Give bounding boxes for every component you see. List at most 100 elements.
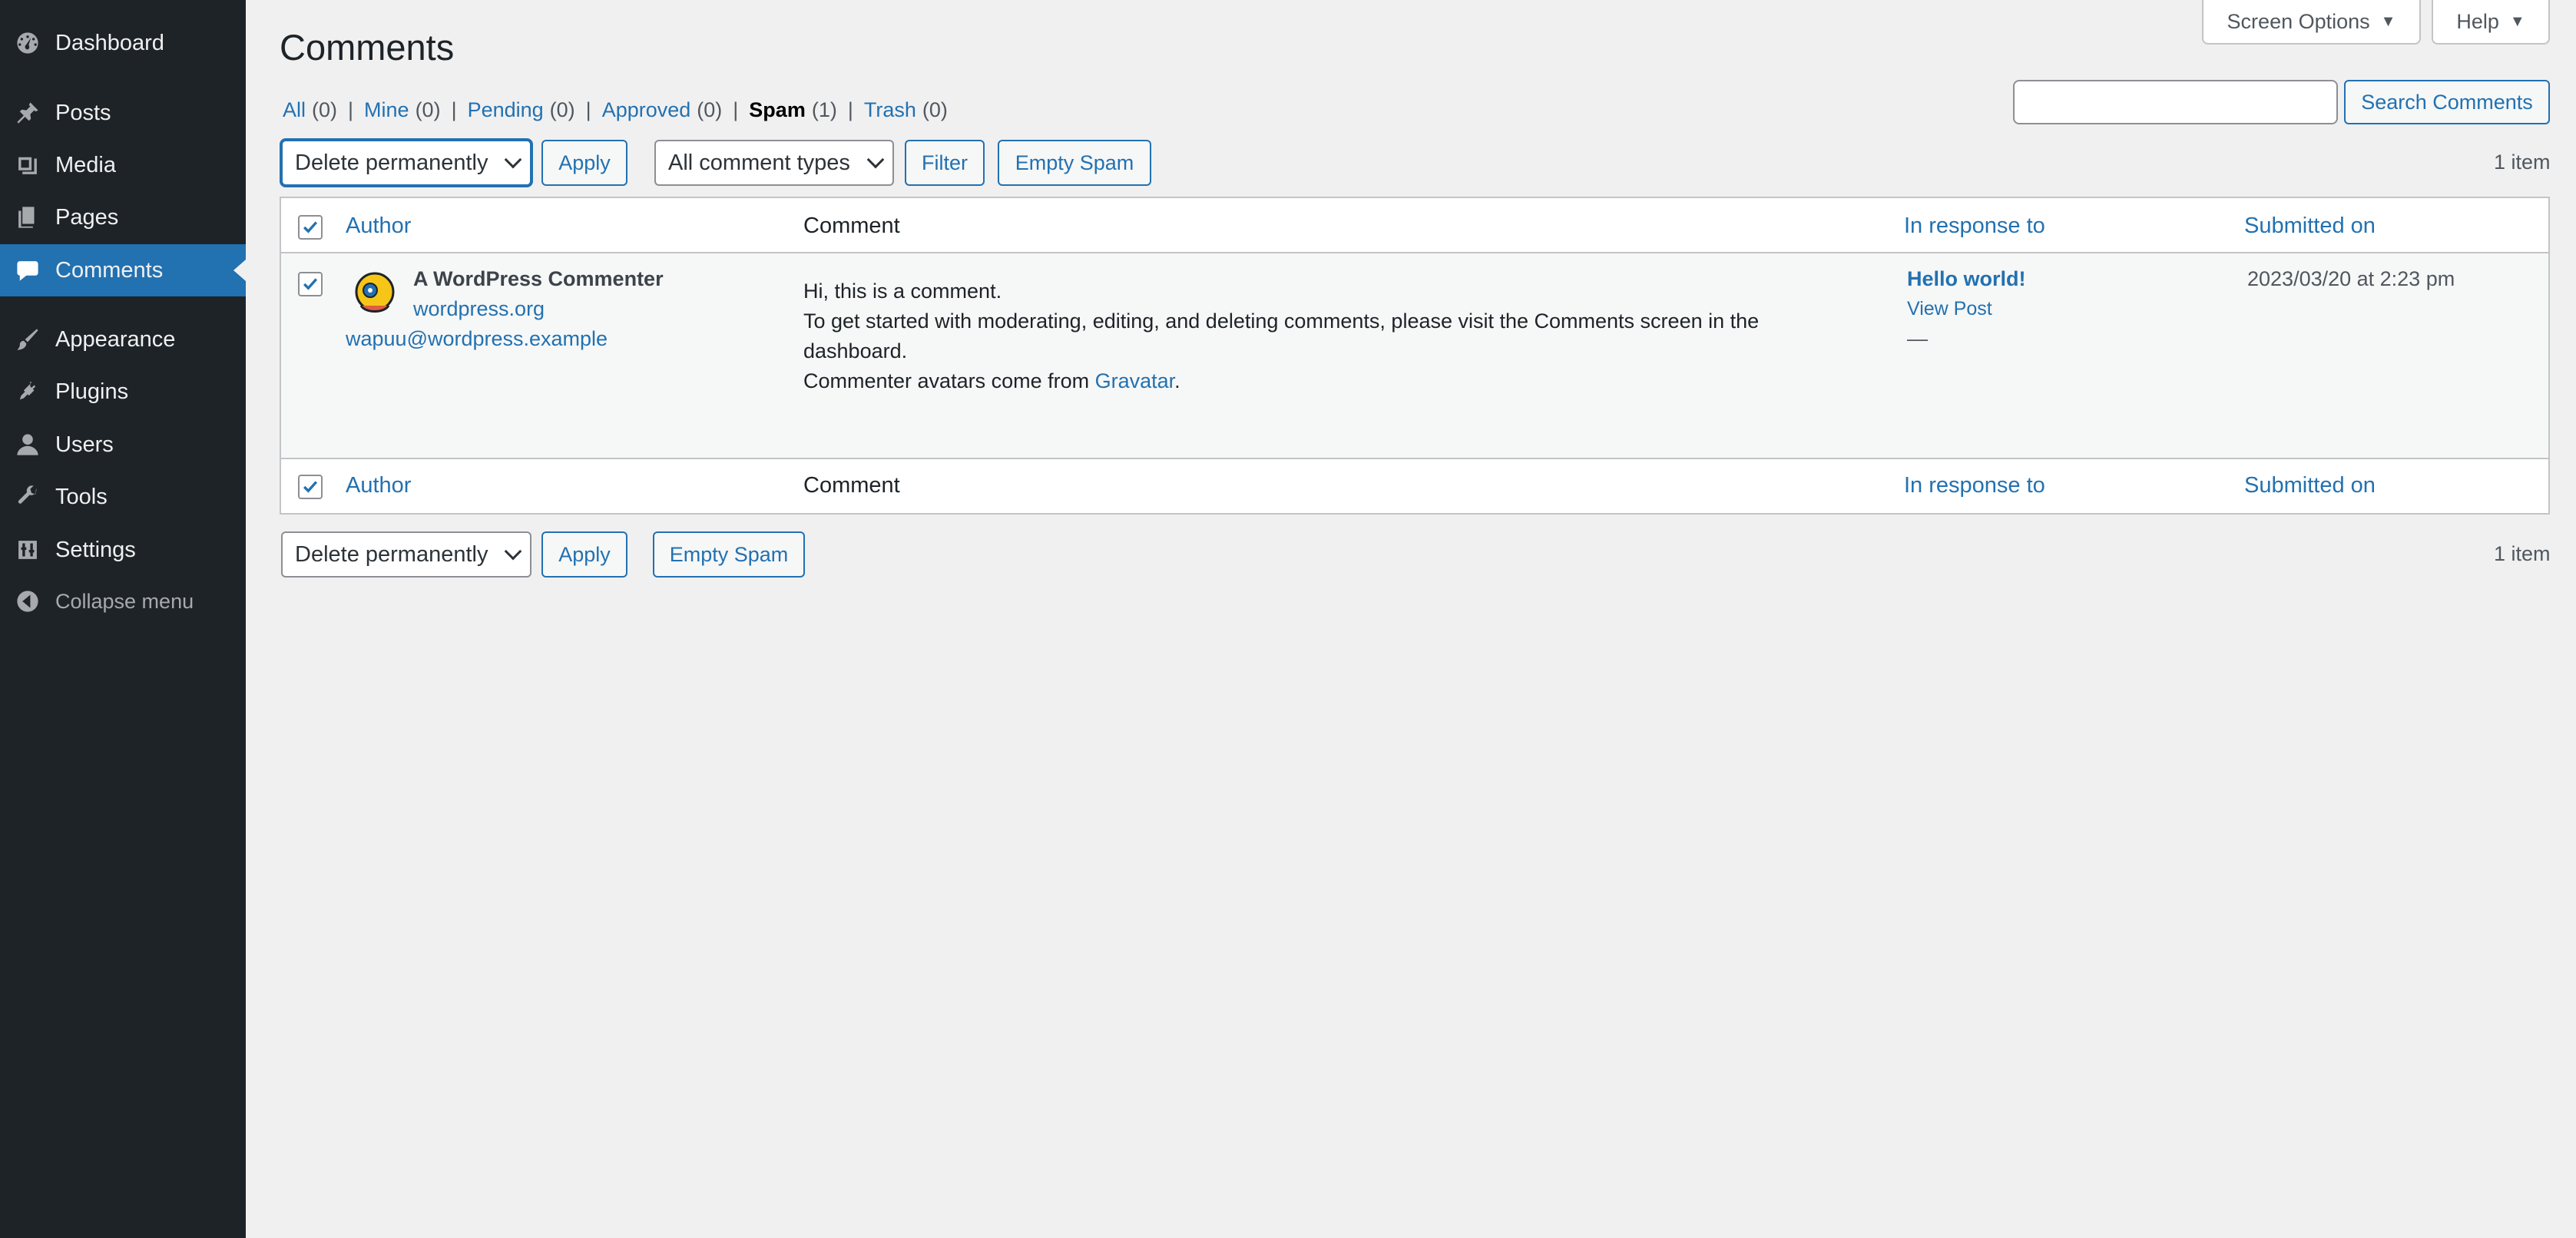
- apply-button-top[interactable]: Apply: [541, 140, 627, 186]
- author-name: A WordPress Commenter: [413, 267, 664, 290]
- avatar: [355, 272, 395, 313]
- response-post-title-link[interactable]: Hello world!: [1907, 264, 2026, 294]
- dashboard-icon: [14, 29, 41, 57]
- pending-count-dash: —: [1907, 327, 1928, 350]
- filter-button[interactable]: Filter: [905, 140, 985, 186]
- help-button[interactable]: Help ▼: [2432, 0, 2550, 45]
- author-email-link[interactable]: wapuu@wordpress.example: [346, 324, 608, 354]
- gravatar-link[interactable]: Gravatar: [1095, 369, 1175, 392]
- filter-all-count: (0): [312, 98, 338, 121]
- collapse-menu-label: Collapse menu: [55, 589, 194, 613]
- media-icon: [14, 151, 41, 179]
- comment-icon: [14, 257, 41, 284]
- item-count-top: 1 item: [2494, 151, 2551, 174]
- sidebar-item-label: Comments: [55, 257, 164, 283]
- chevron-down-icon: [504, 542, 522, 561]
- comment-type-select[interactable]: All comment types: [654, 140, 894, 186]
- search-input[interactable]: [2013, 80, 2338, 124]
- column-header-in-response-to[interactable]: In response to: [1904, 214, 2045, 239]
- screen-options-button[interactable]: Screen Options ▼: [2202, 0, 2421, 45]
- screen-options-label: Screen Options: [2227, 9, 2370, 33]
- sidebar-item-media[interactable]: Media: [0, 139, 246, 191]
- separator: |: [451, 98, 457, 121]
- table-footer-row: Author Comment In response to Submitted …: [281, 458, 2548, 513]
- filter-approved-link[interactable]: Approved: [602, 98, 691, 122]
- sidebar-item-plugins[interactable]: Plugins: [0, 366, 246, 418]
- sidebar-item-label: Media: [55, 152, 116, 177]
- separator: |: [585, 98, 591, 121]
- sidebar-item-tools[interactable]: Tools: [0, 471, 246, 523]
- view-post-link[interactable]: View Post: [1907, 294, 1992, 324]
- sidebar-item-label: Users: [55, 432, 114, 457]
- sidebar-item-dashboard[interactable]: Dashboard: [0, 17, 246, 69]
- comment-line: Commenter avatars come from Gravatar.: [803, 366, 1894, 396]
- bulk-action-select-bottom[interactable]: Delete permanently: [281, 531, 531, 578]
- column-footer-in-response-to[interactable]: In response to: [1904, 473, 2045, 498]
- column-header-comment: Comment: [803, 214, 900, 238]
- filter-pending-link[interactable]: Pending: [468, 98, 544, 122]
- column-footer-author[interactable]: Author: [346, 473, 411, 498]
- column-header-author[interactable]: Author: [346, 214, 411, 239]
- column-footer-submitted-on[interactable]: Submitted on: [2244, 473, 2376, 498]
- row-checkbox[interactable]: [298, 272, 323, 296]
- sidebar-item-appearance[interactable]: Appearance: [0, 313, 246, 366]
- filter-mine-link[interactable]: Mine: [364, 98, 409, 122]
- page-title: Comments: [280, 27, 455, 68]
- sidebar-item-pages[interactable]: Pages: [0, 191, 246, 243]
- comment-status-filters: All (0) | Mine (0) | Pending (0) | Appro…: [283, 98, 948, 122]
- user-icon: [14, 431, 41, 458]
- collapse-icon: [14, 588, 41, 615]
- comment-line: dashboard.: [803, 339, 908, 362]
- empty-spam-button-top[interactable]: Empty Spam: [998, 140, 1151, 186]
- sidebar-item-settings[interactable]: Settings: [0, 524, 246, 576]
- filter-trash-link[interactable]: Trash: [864, 98, 916, 122]
- table-header-row: Author Comment In response to Submitted …: [281, 198, 2548, 253]
- caret-down-icon: ▼: [2509, 12, 2525, 30]
- author-url-link[interactable]: wordpress.org: [413, 294, 545, 324]
- column-footer-comment: Comment: [803, 473, 900, 498]
- sidebar-item-label: Settings: [55, 537, 136, 562]
- filter-mine-count: (0): [415, 98, 441, 121]
- bulk-action-select-top[interactable]: Delete permanently: [281, 140, 531, 186]
- select-all-checkbox-footer[interactable]: [298, 475, 323, 499]
- pages-icon: [14, 204, 41, 231]
- comments-table: Author Comment In response to Submitted …: [280, 197, 2550, 515]
- comment-line: To get started with moderating, editing,…: [803, 310, 1760, 333]
- checkmark-icon: [303, 481, 318, 493]
- sidebar-item-posts[interactable]: Posts: [0, 87, 246, 139]
- bulk-action-value: Delete permanently: [295, 150, 488, 175]
- chevron-down-icon: [504, 151, 522, 169]
- apply-button-bottom[interactable]: Apply: [541, 531, 627, 578]
- checkmark-icon: [303, 221, 318, 233]
- comment-text: Hi, this is a comment. To get started wi…: [803, 276, 1894, 396]
- caret-down-icon: ▼: [2380, 12, 2396, 30]
- chevron-down-icon: [866, 151, 885, 169]
- filter-pending-count: (0): [549, 98, 575, 121]
- sidebar-item-label: Appearance: [55, 326, 176, 352]
- table-row: A WordPress Commenter wordpress.org wapu…: [281, 253, 2548, 458]
- checkmark-icon: [303, 278, 318, 290]
- separator: |: [348, 98, 354, 121]
- sidebar-item-users[interactable]: Users: [0, 419, 246, 471]
- sidebar-item-comments[interactable]: Comments: [0, 244, 246, 296]
- submitted-date-link[interactable]: 2023/03/20 at 2:23 pm: [2247, 264, 2455, 294]
- sidebar-item-label: Tools: [55, 484, 108, 509]
- item-count-bottom: 1 item: [2494, 542, 2551, 565]
- column-header-submitted-on[interactable]: Submitted on: [2244, 214, 2376, 239]
- comment-type-value: All comment types: [668, 150, 850, 175]
- sidebar-item-label: Plugins: [55, 379, 129, 404]
- settings-icon: [14, 536, 41, 564]
- pin-icon: [14, 99, 41, 127]
- select-all-checkbox[interactable]: [298, 215, 323, 240]
- filter-all-link[interactable]: All: [283, 98, 306, 122]
- bulk-action-value: Delete permanently: [295, 541, 488, 567]
- search-comments-button[interactable]: Search Comments: [2344, 80, 2550, 124]
- collapse-menu-button[interactable]: Collapse menu: [0, 575, 246, 627]
- help-label: Help: [2456, 9, 2499, 33]
- comment-line: Hi, this is a comment.: [803, 280, 1002, 303]
- filter-approved-count: (0): [697, 98, 723, 121]
- filter-spam-count: (1): [811, 98, 837, 121]
- filter-spam-current[interactable]: Spam: [749, 98, 806, 122]
- empty-spam-button-bottom[interactable]: Empty Spam: [653, 531, 805, 578]
- brush-icon: [14, 326, 41, 353]
